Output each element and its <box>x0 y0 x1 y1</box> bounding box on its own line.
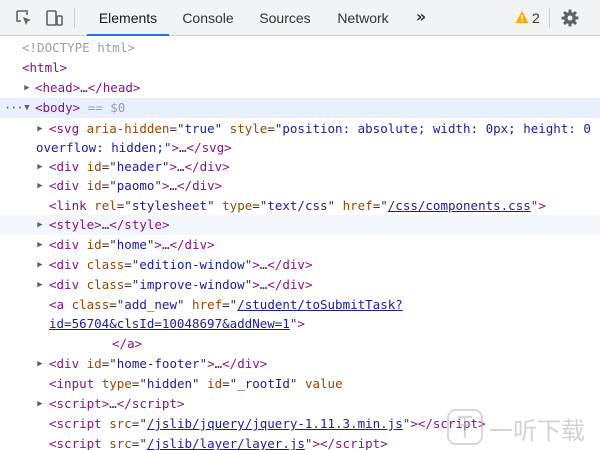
tree-node-anchor[interactable]: <a class="add_new" href="/student/toSubm… <box>0 295 600 315</box>
tree-node-div-paomo[interactable]: ▶ <div id="paomo">…</div> <box>0 176 600 196</box>
watermark-logo-icon <box>447 409 483 445</box>
layer-script-link[interactable]: /jslib/layer/layer.js <box>147 436 305 450</box>
expand-arrow-icon[interactable]: ▶ <box>35 275 45 295</box>
submit-task-link[interactable]: /student/toSubmitTask? <box>237 297 403 312</box>
tree-node-anchor-cont[interactable]: id=56704&clsId=10048697&addNew=1"> <box>0 314 600 334</box>
toolbar-divider <box>549 8 550 28</box>
tree-node-link[interactable]: <link rel="stylesheet" type="text/css" h… <box>0 196 600 216</box>
collapse-arrow-icon[interactable]: ▼ <box>22 98 32 118</box>
expand-arrow-icon[interactable]: ▶ <box>35 119 45 139</box>
warning-icon <box>515 11 529 23</box>
jquery-script-link[interactable]: /jslib/jquery/jquery-1.11.3.min.js <box>147 416 403 431</box>
expand-arrow-icon[interactable]: ▶ <box>35 215 45 235</box>
more-tabs-button[interactable]: » <box>411 0 431 36</box>
tree-node-div-header[interactable]: ▶ <div id="header">…</div> <box>0 157 600 177</box>
expand-arrow-icon[interactable]: ▶ <box>35 394 45 414</box>
tree-node-anchor-close[interactable]: </a> <box>0 334 600 354</box>
watermark: 一听下载 <box>445 405 600 450</box>
tree-node-svg[interactable]: ▶ <svg aria-hidden="true" style="positio… <box>0 119 600 139</box>
tree-node-div-improve-window[interactable]: ▶ <div class="improve-window">…</div> <box>0 275 600 295</box>
expand-arrow-icon[interactable]: ▶ <box>22 78 32 98</box>
expand-arrow-icon[interactable]: ▶ <box>35 235 45 255</box>
tree-node-div-home[interactable]: ▶ <div id="home">…</div> <box>0 235 600 255</box>
tab-sources[interactable]: Sources <box>252 0 318 36</box>
tab-console[interactable]: Console <box>172 0 244 36</box>
tree-node-div-home-footer[interactable]: ▶ <div id="home-footer">…</div> <box>0 354 600 374</box>
tree-node-svg-cont[interactable]: overflow: hidden;">…</svg> <box>0 138 600 158</box>
device-toolbar-icon[interactable] <box>44 8 64 28</box>
expand-arrow-icon[interactable]: ▶ <box>35 176 45 196</box>
submit-task-link-cont[interactable]: id=56704&clsId=10048697&addNew=1 <box>49 316 290 331</box>
warnings-count: 2 <box>532 10 540 26</box>
more-options-icon[interactable]: ··· <box>4 98 24 118</box>
inspect-element-icon[interactable] <box>14 8 34 28</box>
toolbar-divider <box>74 8 75 28</box>
expand-arrow-icon[interactable]: ▶ <box>35 354 45 374</box>
tree-node-style[interactable]: ▶ <style>…</style> <box>0 215 600 235</box>
tab-elements[interactable]: Elements <box>87 0 169 36</box>
tree-node-head[interactable]: ▶ <head>…</head> <box>0 78 600 98</box>
expand-arrow-icon[interactable]: ▶ <box>35 255 45 275</box>
selected-node-marker: == $0 <box>87 100 126 115</box>
devtools-toolbar: Elements Console Sources Network » 2 <box>0 0 600 36</box>
watermark-text: 一听下载 <box>489 417 585 445</box>
tree-node-div-edition-window[interactable]: ▶ <div class="edition-window">…</div> <box>0 255 600 275</box>
tree-node-body[interactable]: ··· ▼ <body> == $0 <box>0 98 600 118</box>
gear-icon[interactable] <box>560 8 580 28</box>
components-css-link[interactable]: /css/components.css <box>388 198 531 213</box>
elements-tree: <!DOCTYPE html> <html> ▶ <head>…</head> … <box>0 37 600 450</box>
tree-node-input[interactable]: <input type="hidden" id="_rootId" value <box>0 374 600 394</box>
warnings-counter[interactable]: 2 <box>512 0 546 36</box>
tab-network[interactable]: Network <box>328 0 398 36</box>
expand-arrow-icon[interactable]: ▶ <box>35 157 45 177</box>
tree-node-doctype[interactable]: <!DOCTYPE html> <box>0 38 600 58</box>
tree-node-html[interactable]: <html> <box>0 58 600 78</box>
